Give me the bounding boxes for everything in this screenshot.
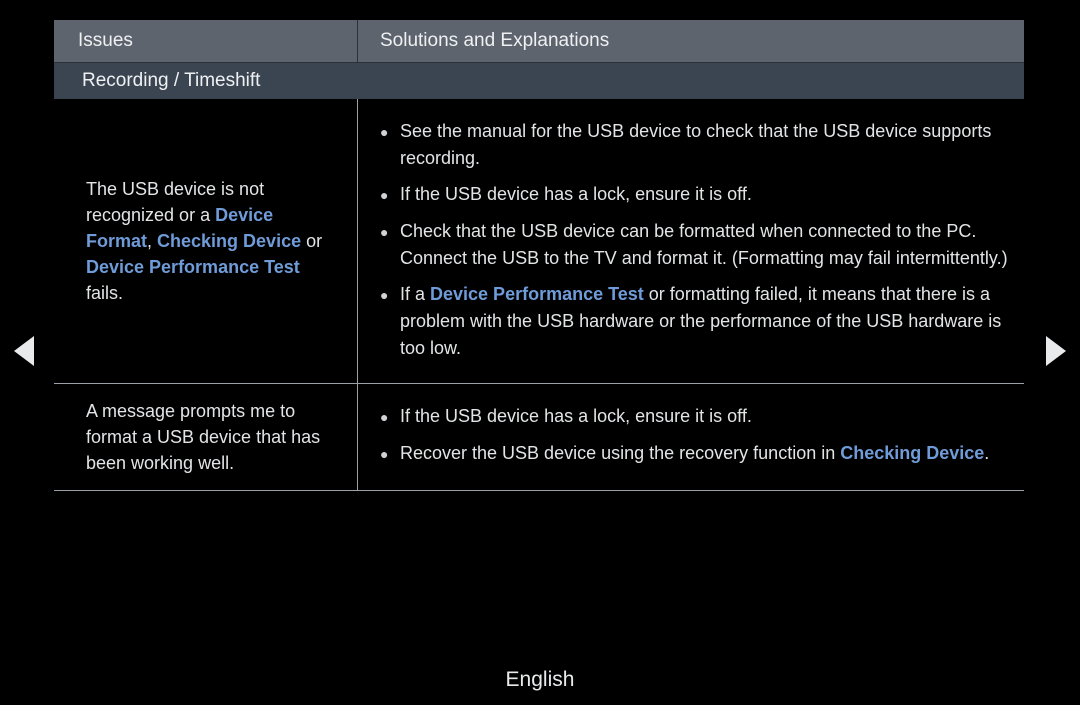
footer-language: English: [505, 668, 575, 691]
text-run: See the manual for the USB device to che…: [400, 121, 992, 168]
table-header-row: Issues Solutions and Explanations: [54, 20, 1024, 63]
bullet-dot-icon: ●: [380, 124, 389, 140]
bullet-dot-icon: ●: [380, 187, 389, 203]
solution-cell-0: ● See the manual for the USB device to ch…: [358, 99, 1024, 383]
text-run: fails.: [86, 283, 124, 303]
text-run: A message prompts me to format a USB dev…: [86, 401, 321, 473]
issue-text: A message prompts me to format a USB dev…: [86, 398, 339, 476]
highlighted-term: Checking Device: [840, 443, 985, 463]
column-header-issues: Issues: [54, 20, 358, 62]
highlighted-term: Device Performance Test: [86, 257, 300, 277]
highlighted-term: Checking Device: [157, 231, 302, 251]
bullet-text: Recover the USB device using the recover…: [400, 440, 1010, 467]
bullet-text: See the manual for the USB device to che…: [400, 118, 1010, 172]
table-row: A message prompts me to format a USB dev…: [54, 384, 1024, 491]
bullet-item: ● If the USB device has a lock, ensure it…: [380, 181, 1010, 209]
bullet-item: ● Check that the USB device can be format…: [380, 218, 1010, 272]
bullet-item: ● If the USB device has a lock, ensure it…: [380, 403, 1010, 431]
text-run: Recover the USB device using the recover…: [400, 443, 841, 463]
bullet-dot-icon: ●: [380, 287, 389, 303]
text-run: If the USB device has a lock, ensure it …: [400, 184, 752, 204]
column-header-solutions: Solutions and Explanations: [380, 30, 610, 51]
solution-cell-1: ● If the USB device has a lock, ensure it…: [358, 384, 1024, 490]
text-run: ,: [147, 231, 158, 251]
bullet-dot-icon: ●: [380, 224, 389, 240]
table-row: The USB device is not recognized or a De…: [54, 99, 1024, 384]
text-run: .: [984, 443, 990, 463]
triangle-left-icon[interactable]: [14, 336, 34, 366]
triangle-right-icon[interactable]: [1046, 336, 1066, 366]
troubleshooting-table: Issues Solutions and Explanations Record…: [54, 20, 1024, 491]
text-run: Check that the USB device can be formatt…: [400, 221, 1008, 268]
highlighted-term: Device Performance Test: [430, 284, 644, 304]
bullet-text: If the USB device has a lock, ensure it …: [400, 181, 1010, 208]
issue-cell-0: The USB device is not recognized or a De…: [54, 99, 358, 383]
text-run: If a: [400, 284, 431, 304]
bullet-item: ● If a Device Performance Test or formatt…: [380, 281, 1010, 362]
bullet-text: If a Device Performance Test or formatti…: [400, 281, 1010, 362]
text-run: or: [301, 231, 323, 251]
bullet-text: Check that the USB device can be formatt…: [400, 218, 1010, 272]
bullet-dot-icon: ●: [380, 446, 389, 462]
bullet-item: ● Recover the USB device using the recove…: [380, 440, 1010, 468]
bullet-item: ● See the manual for the USB device to ch…: [380, 118, 1010, 172]
issue-cell-1: A message prompts me to format a USB dev…: [54, 384, 358, 490]
section-header-recording-timeshift: Recording / Timeshift: [54, 63, 1024, 99]
text-run: If the USB device has a lock, ensure it …: [400, 406, 752, 426]
issue-text: The USB device is not recognized or a De…: [86, 176, 339, 306]
page-root: Issues Solutions and Explanations Record…: [0, 0, 1080, 705]
bullet-dot-icon: ●: [380, 409, 389, 425]
bullet-text: If the USB device has a lock, ensure it …: [400, 403, 1010, 430]
